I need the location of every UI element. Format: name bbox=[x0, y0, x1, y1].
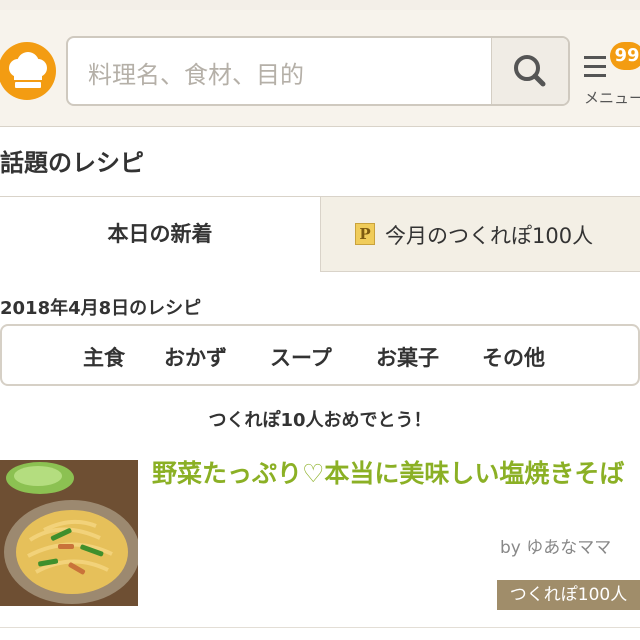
category-sweets[interactable]: お菓子 bbox=[376, 342, 439, 372]
recipe-author[interactable]: by ゆあなママ bbox=[500, 533, 611, 558]
category-soup[interactable]: スープ bbox=[270, 342, 332, 372]
category-bar: 主食 おかず スープ お菓子 その他 bbox=[0, 324, 640, 386]
recipe-title[interactable]: 野菜たっぷり♡本当に美味しい塩焼きそば bbox=[152, 458, 632, 490]
tab-today-new[interactable]: 本日の新着 bbox=[0, 197, 320, 272]
menu-button[interactable]: 99 メニュー bbox=[582, 42, 640, 108]
chef-hat-icon bbox=[9, 52, 47, 88]
search-placeholder: 料理名、食材、目的 bbox=[88, 61, 304, 89]
divider bbox=[0, 627, 640, 628]
menu-label: メニュー bbox=[584, 89, 640, 107]
tab-monthly-label: 今月のつくれぽ100人 bbox=[385, 224, 594, 248]
category-staple[interactable]: 主食 bbox=[83, 342, 125, 372]
tab-monthly-tsukurepo[interactable]: P 今月のつくれぽ100人 bbox=[320, 197, 640, 272]
search-input[interactable]: 料理名、食材、目的 bbox=[66, 36, 570, 106]
recipe-thumbnail[interactable] bbox=[0, 460, 138, 606]
tsukurepo-badge: つくれぽ100人 bbox=[497, 580, 640, 610]
premium-p-icon: P bbox=[355, 223, 375, 245]
category-other[interactable]: その他 bbox=[482, 342, 545, 372]
notification-badge: 99 bbox=[610, 42, 640, 70]
search-icon bbox=[514, 55, 546, 87]
date-label: 2018年4月8日のレシピ bbox=[0, 298, 202, 319]
section-title: 話題のレシピ bbox=[0, 149, 144, 177]
search-button[interactable] bbox=[491, 38, 568, 104]
category-side-dish[interactable]: おかず bbox=[164, 342, 227, 372]
yakisoba-photo bbox=[0, 460, 138, 606]
cookpad-logo[interactable] bbox=[0, 42, 56, 100]
congrats-text: つくれぽ10人おめでとう！ bbox=[208, 410, 432, 431]
header: 料理名、食材、目的 99 メニュー bbox=[0, 10, 640, 127]
